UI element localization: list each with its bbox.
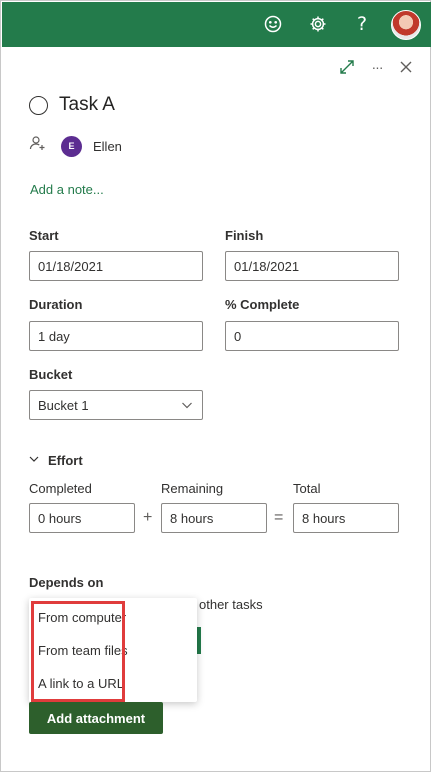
completed-hours-value: 0 hours xyxy=(38,510,82,526)
total-hours-label: Total xyxy=(293,481,321,496)
more-icon[interactable]: ··· xyxy=(367,57,387,77)
remaining-hours-field[interactable]: 8 hours xyxy=(161,503,267,533)
finish-date-field[interactable]: 01/18/2021 xyxy=(225,251,399,281)
annotation-highlight-box xyxy=(31,601,125,702)
assignee-name[interactable]: Ellen xyxy=(93,139,122,154)
total-hours-field[interactable]: 8 hours xyxy=(293,503,399,533)
depends-on-text: other tasks xyxy=(199,597,263,612)
bucket-value: Bucket 1 xyxy=(38,397,89,413)
duration-field[interactable]: 1 day xyxy=(29,321,203,351)
bucket-label: Bucket xyxy=(29,367,73,382)
chevron-down-icon xyxy=(181,399,193,414)
assign-person-icon[interactable] xyxy=(29,135,46,157)
task-details-panel: ? ··· Task A E Ellen Add a note... Start… xyxy=(0,0,431,772)
duration-value: 1 day xyxy=(38,328,70,344)
start-date-value: 01/18/2021 xyxy=(38,258,104,274)
gear-icon[interactable] xyxy=(306,12,330,36)
start-label: Start xyxy=(29,228,59,243)
start-date-field[interactable]: 01/18/2021 xyxy=(29,251,203,281)
duration-label: Duration xyxy=(29,297,83,312)
completed-hours-field[interactable]: 0 hours xyxy=(29,503,135,533)
completed-hours-label: Completed xyxy=(29,481,92,496)
smiley-icon[interactable] xyxy=(261,12,285,36)
percent-complete-field[interactable]: 0 xyxy=(225,321,399,351)
effort-title: Effort xyxy=(48,452,83,468)
expand-icon[interactable] xyxy=(337,57,357,77)
depends-on-label: Depends on xyxy=(29,575,104,590)
assignee-avatar[interactable]: E xyxy=(61,135,82,157)
total-hours-value: 8 hours xyxy=(302,510,346,526)
add-attachment-button[interactable]: Add attachment xyxy=(29,702,163,734)
plus-sign: + xyxy=(143,509,153,526)
finish-date-value: 01/18/2021 xyxy=(234,258,300,274)
chevron-down-icon xyxy=(29,451,39,469)
help-icon[interactable]: ? xyxy=(350,12,374,36)
user-avatar[interactable] xyxy=(391,10,421,40)
complete-task-checkbox[interactable] xyxy=(29,95,48,115)
bucket-dropdown[interactable]: Bucket 1 xyxy=(29,390,203,420)
remaining-hours-value: 8 hours xyxy=(170,510,214,526)
task-title[interactable]: Task A xyxy=(59,94,115,116)
equals-sign: = xyxy=(274,509,284,526)
effort-toggle[interactable]: Effort xyxy=(29,451,83,469)
finish-label: Finish xyxy=(225,228,264,243)
top-bar: ? xyxy=(2,2,431,47)
add-note-link[interactable]: Add a note... xyxy=(30,182,104,197)
close-icon[interactable] xyxy=(396,57,416,77)
percent-complete-label: % Complete xyxy=(225,297,300,312)
percent-complete-value: 0 xyxy=(234,328,242,344)
assign-row: E Ellen xyxy=(29,134,122,158)
remaining-hours-label: Remaining xyxy=(161,481,224,496)
task-title-row: Task A xyxy=(29,93,115,117)
